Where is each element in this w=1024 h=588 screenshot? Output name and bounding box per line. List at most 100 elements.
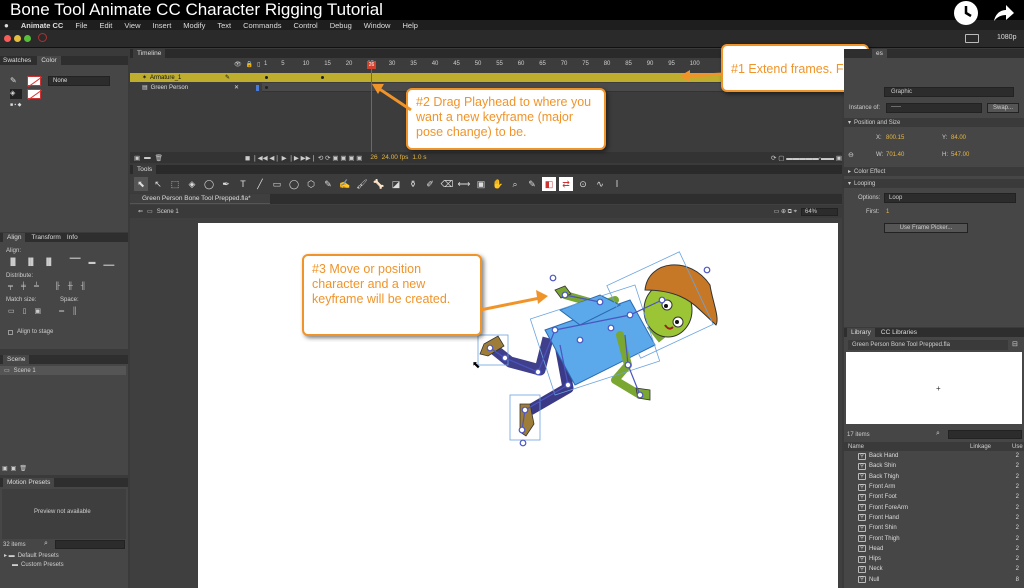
frame-number[interactable]: 50 (475, 61, 482, 67)
use-frame-picker-button[interactable]: Use Frame Picker... (884, 223, 968, 233)
frame-number[interactable]: 5 (281, 61, 284, 67)
menu-view[interactable]: View (124, 21, 140, 30)
trash-icon[interactable]: 🗑 (155, 154, 163, 162)
column-name[interactable]: Name (844, 444, 970, 450)
new-layer-icon[interactable]: ▣ (134, 154, 140, 162)
library-item[interactable]: ⚲ Null 8 (844, 575, 1024, 585)
library-search-input[interactable] (948, 430, 1022, 439)
hand-tool-icon[interactable]: ✋ (491, 177, 505, 191)
maximize-window-button[interactable] (24, 35, 31, 42)
workspace-icon[interactable] (965, 34, 979, 43)
apple-icon[interactable]: ● (4, 21, 9, 30)
scene-list-item[interactable]: ▭ Scene 1 (0, 366, 126, 375)
library-item[interactable]: ⚲ Head 2 (844, 544, 1024, 554)
library-item[interactable]: ⚲ Front ForeArm 2 (844, 502, 1024, 512)
preset-folder-custom[interactable]: ▬ Custom Presets (12, 562, 64, 568)
layer-row-green-person[interactable]: ▤ Green Person ✕ (130, 83, 262, 92)
frame-number[interactable]: 95 (668, 61, 675, 67)
fps-display[interactable]: 24.00 fps (382, 154, 409, 161)
x-value[interactable]: 800.15 (886, 135, 904, 141)
stroke-color-icon[interactable]: ✎ (525, 177, 539, 191)
library-item[interactable]: ⚲ Neck 2 (844, 564, 1024, 574)
frame-number[interactable]: 45 (453, 61, 460, 67)
tab-color[interactable]: Color (37, 56, 61, 65)
eraser-tool-icon[interactable]: ⌫ (440, 177, 454, 191)
bone-tool-icon[interactable]: 🦴 (372, 177, 386, 191)
frame-number[interactable]: 1 (264, 61, 267, 67)
menu-app[interactable]: Animate CC (21, 21, 64, 30)
fill-color-icon[interactable]: ◧ (542, 177, 556, 191)
frame-number[interactable]: 35 (410, 61, 417, 67)
menu-window[interactable]: Window (364, 21, 391, 30)
instance-of-value[interactable]: ----- (886, 103, 982, 113)
distribute-buttons[interactable]: ╤ ╪ ╧ ╟ ╫ ╢ (8, 283, 86, 290)
menu-insert[interactable]: Insert (153, 21, 172, 30)
section-position-size[interactable]: ▾ Position and Size (844, 118, 1024, 127)
back-arrow-icon[interactable]: ⇐ (138, 208, 143, 215)
section-looping[interactable]: ▾ Looping (844, 179, 1024, 188)
tab-motion-presets[interactable]: Motion Presets (3, 478, 55, 487)
library-item[interactable]: ⚲ Back Hand 2 (844, 451, 1024, 461)
brush-tool-icon[interactable]: ✍ (338, 177, 352, 191)
menu-modify[interactable]: Modify (183, 21, 205, 30)
section-color-effect[interactable]: ▸ Color Effect (844, 167, 1024, 176)
library-item[interactable]: ⚲ Back Thigh 2 (844, 472, 1024, 482)
fill-color-icon[interactable]: ◈ (10, 89, 22, 99)
tab-transform[interactable]: Transform (31, 233, 60, 242)
minimize-window-button[interactable] (14, 35, 21, 42)
document-tab[interactable]: Green Person Bone Tool Prepped.fla* (130, 194, 270, 204)
link-icon[interactable]: ⊖ (848, 151, 854, 159)
pin-icon[interactable]: ⊟ (1012, 340, 1018, 348)
keyframe-marker[interactable] (321, 76, 324, 79)
library-item[interactable]: ⚲ Front Hand 2 (844, 513, 1024, 523)
swap-colors-icon[interactable]: ⇄ (559, 177, 573, 191)
frame-number[interactable]: 15 (324, 61, 331, 67)
tab-cc-libraries[interactable]: CC Libraries (881, 328, 917, 337)
frame-number[interactable]: 85 (625, 61, 632, 67)
pen-tool-icon[interactable]: ✒ (219, 177, 233, 191)
frame-number[interactable]: 10 (303, 61, 310, 67)
align-to-stage-checkbox[interactable]: Align to stage (8, 329, 53, 335)
column-use[interactable]: Use (1012, 444, 1023, 450)
menu-edit[interactable]: Edit (99, 21, 112, 30)
eyedropper-tool-icon[interactable]: ✐ (423, 177, 437, 191)
library-item[interactable]: ⚲ Front Arm 2 (844, 482, 1024, 492)
library-item[interactable]: ⚲ Back Shin 2 (844, 461, 1024, 471)
stroke-color-icon[interactable]: ✎ (10, 76, 22, 86)
library-item[interactable]: ⚲ Front Thigh 2 (844, 533, 1024, 543)
menu-file[interactable]: File (75, 21, 87, 30)
swap-button[interactable]: Swap... (987, 103, 1019, 113)
y-value[interactable]: 84.00 (951, 135, 966, 141)
align-buttons[interactable]: ▐▌ ▐▌ ▐▌ ▔▔ ▬ ▁▁ (8, 258, 114, 267)
polystar-tool-icon[interactable]: ⬡ (304, 177, 318, 191)
zoom-slider[interactable]: ⟳ ▢ ▬▬▬▬▬◦▬▬ ▣ (771, 154, 842, 162)
scene-buttons[interactable]: ▣ ▣ 🗑 (2, 465, 27, 472)
fill-swatch[interactable] (27, 89, 42, 100)
tab-scene[interactable]: Scene (3, 355, 30, 364)
ink-bottle-tool-icon[interactable]: ⚱ (406, 177, 420, 191)
tab-info[interactable]: Info (67, 233, 78, 242)
paint-brush-tool-icon[interactable]: 🖌 (355, 177, 369, 191)
width-tool-icon[interactable]: ⟷ (457, 177, 471, 191)
playback-controls[interactable]: ◼ ❘◀◀ ◀❘ ▶ ❘▶ ▶▶❘ ⟲ ⟳ ▣ ▣ ▣ ▣ (245, 154, 363, 162)
playhead-handle[interactable]: 26 (367, 61, 376, 69)
tab-library[interactable]: Library (847, 328, 875, 337)
oval-tool-icon[interactable]: ◯ (287, 177, 301, 191)
share-arrow-icon[interactable] (992, 2, 1016, 24)
tab-swatches[interactable]: Swatches (3, 56, 31, 65)
options-select[interactable]: Loop (884, 193, 1016, 203)
zoom-select[interactable]: 64% (800, 207, 838, 216)
frame-number[interactable]: 55 (496, 61, 503, 67)
menu-control[interactable]: Control (294, 21, 318, 30)
clock-icon[interactable] (954, 1, 978, 25)
text-tool-icon[interactable]: T (236, 177, 250, 191)
library-item[interactable]: ⚲ Hips 2 (844, 554, 1024, 564)
scene-breadcrumb[interactable]: Scene 1 (157, 209, 179, 215)
frame-number[interactable]: 75 (582, 61, 589, 67)
menu-commands[interactable]: Commands (243, 21, 281, 30)
keyframe-marker[interactable] (265, 86, 268, 89)
menu-text[interactable]: Text (217, 21, 231, 30)
smooth-icon[interactable]: ∿ (593, 177, 607, 191)
new-folder-icon[interactable]: ▬ (144, 154, 151, 161)
subselection-tool-icon[interactable]: ↖ (151, 177, 165, 191)
